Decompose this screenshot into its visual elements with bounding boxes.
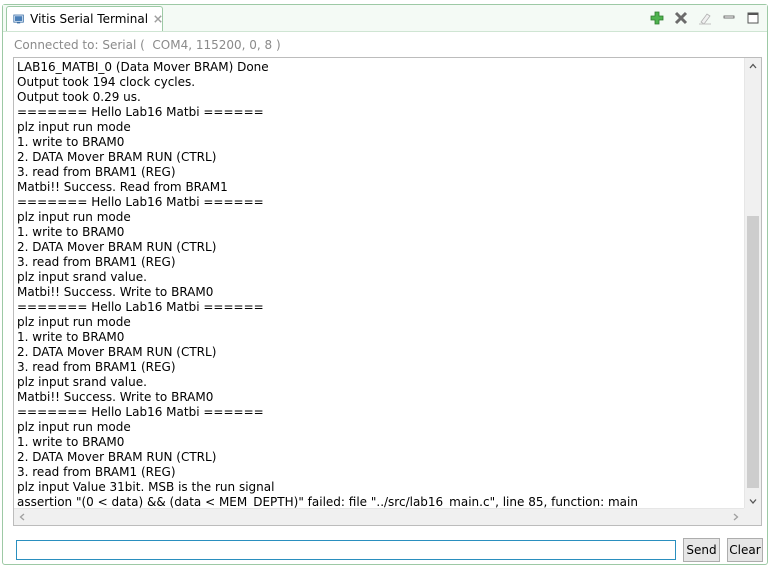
console-line: Output took 194 clock cycles. bbox=[17, 75, 196, 89]
vertical-scrollbar[interactable] bbox=[744, 58, 761, 509]
console-line: Matbi!! Success. Write to BRAM0 bbox=[17, 390, 214, 404]
console-line: plz input Value 31bit. MSB is the run si… bbox=[17, 480, 275, 494]
console-line: plz input run mode bbox=[17, 315, 131, 329]
console-output[interactable]: LAB16_MATBI_0 (Data Mover BRAM) Done Outp… bbox=[13, 57, 762, 526]
clear-console-icon bbox=[699, 13, 711, 25]
console-text: LAB16_MATBI_0 (Data Mover BRAM) Done Outp… bbox=[17, 60, 739, 508]
console-line: 3. read from BRAM1 (REG) bbox=[17, 255, 176, 269]
connection-status: Connected to: Serial ( COM4, 115200, 0, … bbox=[14, 38, 281, 52]
vertical-scrollbar-thumb[interactable] bbox=[747, 216, 759, 488]
console-line: 2. DATA Mover BRAM RUN (CTRL) bbox=[17, 345, 217, 359]
console-line: ======= Hello Lab16 Matbi ====== bbox=[17, 300, 264, 314]
tab-title: Vitis Serial Terminal bbox=[30, 12, 149, 26]
send-button[interactable]: Send bbox=[683, 538, 720, 562]
horizontal-scrollbar[interactable] bbox=[14, 508, 744, 525]
console-line: plz input srand value. bbox=[17, 270, 147, 284]
view-toolbar bbox=[649, 9, 761, 27]
console-line: LAB16_MATBI_0 (Data Mover BRAM) Done bbox=[17, 60, 269, 74]
command-row: Send Clear bbox=[13, 538, 763, 562]
console-line: Matbi!! Success. Read from BRAM1 bbox=[17, 180, 228, 194]
console-line: plz input run mode bbox=[17, 420, 131, 434]
minimize-button[interactable] bbox=[721, 10, 737, 26]
console-line: Matbi!! Success. Write to BRAM0 bbox=[17, 285, 214, 299]
scrollbar-corner bbox=[744, 508, 761, 525]
console-line: 1. write to BRAM0 bbox=[17, 135, 125, 149]
clear-button[interactable]: Clear bbox=[727, 538, 763, 562]
console-line: 3. read from BRAM1 (REG) bbox=[17, 465, 176, 479]
console-line: 1. write to BRAM0 bbox=[17, 330, 125, 344]
console-line: 2. DATA Mover BRAM RUN (CTRL) bbox=[17, 240, 217, 254]
tab-vitis-serial-terminal[interactable]: Vitis Serial Terminal bbox=[6, 6, 163, 31]
remove-icon bbox=[674, 11, 688, 25]
console-line: ======= Hello Lab16 Matbi ====== bbox=[17, 405, 264, 419]
console-line: 1. write to BRAM0 bbox=[17, 225, 125, 239]
console-line: plz input run mode bbox=[17, 120, 131, 134]
add-icon bbox=[650, 11, 664, 25]
maximize-button[interactable] bbox=[745, 10, 761, 26]
console-line: 3. read from BRAM1 (REG) bbox=[17, 165, 176, 179]
clear-console-button[interactable] bbox=[697, 10, 713, 26]
remove-button[interactable] bbox=[673, 10, 689, 26]
console-line: plz input run mode bbox=[17, 210, 131, 224]
console-line: Output took 0.29 us. bbox=[17, 90, 141, 104]
terminal-icon bbox=[13, 14, 24, 24]
console-line: 2. DATA Mover BRAM RUN (CTRL) bbox=[17, 450, 217, 464]
console-line: 2. DATA Mover BRAM RUN (CTRL) bbox=[17, 150, 217, 164]
console-line: 1. write to BRAM0 bbox=[17, 435, 125, 449]
console-line: ======= Hello Lab16 Matbi ====== bbox=[17, 195, 264, 209]
chevron-left-icon[interactable] bbox=[17, 512, 27, 522]
console-line: 3. read from BRAM1 (REG) bbox=[17, 360, 176, 374]
tab-bar: Vitis Serial Terminal bbox=[3, 5, 767, 32]
minimize-icon bbox=[723, 15, 735, 19]
command-input[interactable] bbox=[16, 540, 676, 560]
maximize-icon bbox=[747, 12, 759, 24]
chevron-up-icon[interactable] bbox=[748, 61, 758, 71]
console-line: ======= Hello Lab16 Matbi ====== bbox=[17, 105, 264, 119]
console-line: plz input srand value. bbox=[17, 375, 147, 389]
console-line: assertion "(0 < data) && (data < MEM_DEP… bbox=[17, 495, 638, 508]
chevron-down-icon[interactable] bbox=[748, 496, 758, 506]
terminal-view: Vitis Serial Terminal Connected to: Seri… bbox=[2, 4, 768, 565]
chevron-right-icon[interactable] bbox=[731, 512, 741, 522]
add-button[interactable] bbox=[649, 10, 665, 26]
close-icon[interactable] bbox=[154, 14, 162, 24]
